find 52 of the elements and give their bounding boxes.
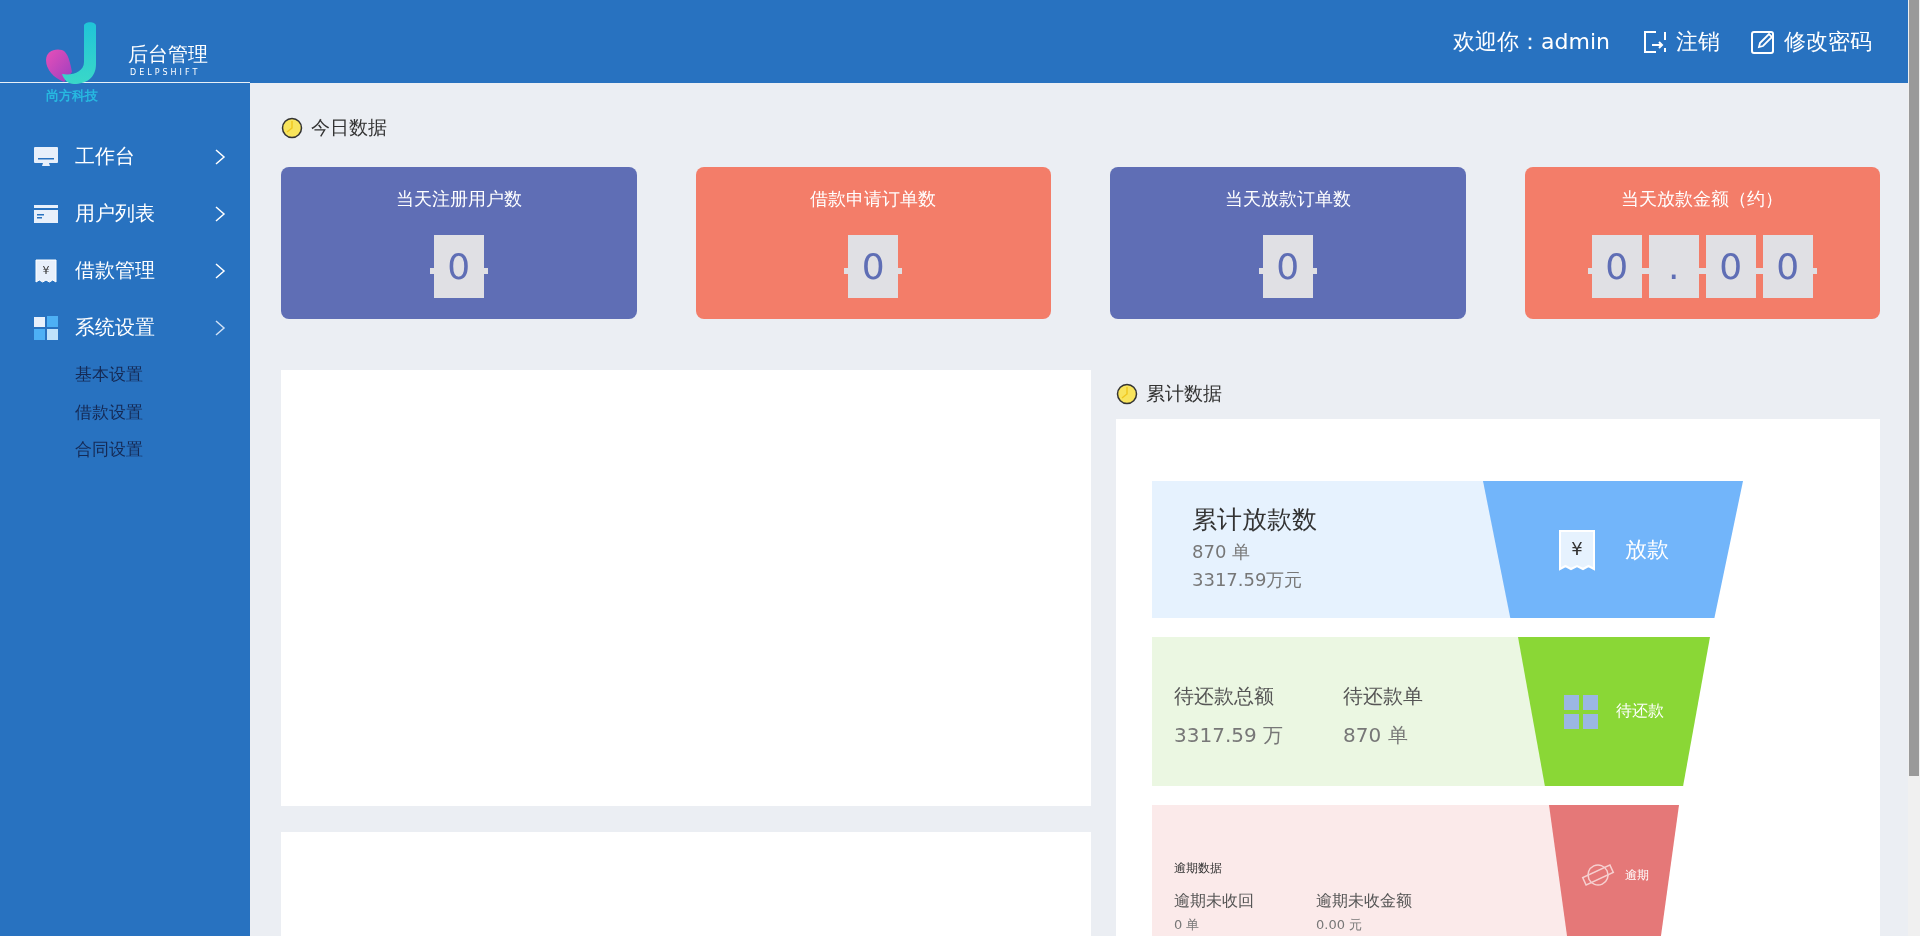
receipt-icon: ¥ (1557, 527, 1597, 572)
stat-title: 当天放款金额（约） (1621, 187, 1784, 211)
clock-icon (1116, 383, 1138, 405)
stat-value: 870 单 (1192, 540, 1252, 564)
windows-icon (33, 314, 59, 341)
chevron-icon (214, 147, 226, 166)
change-password-button[interactable]: 修改密码 (1750, 26, 1872, 57)
logout-icon (1642, 28, 1668, 55)
welcome-text: 欢迎你：admin (1453, 27, 1610, 56)
stat-label: 待还款总额 (1174, 683, 1275, 710)
stat-title: 当天注册用户数 (395, 187, 522, 211)
nav-item[interactable]: ¥ 借款管理 (0, 242, 250, 299)
chevron-icon (214, 261, 226, 280)
segment-label: 放款 (1625, 535, 1669, 564)
clock-icon (281, 117, 303, 139)
logout-button[interactable]: 注销 (1642, 26, 1720, 57)
scrollbar-thumb[interactable] (1909, 0, 1919, 776)
receipt-icon: ¥ (33, 257, 59, 284)
grid-icon (1564, 694, 1598, 729)
stat-value: 0.00 元 (1316, 916, 1364, 934)
stat-title: 累计放款数 (1192, 504, 1318, 536)
stat-title: 当天放款订单数 (1224, 187, 1351, 211)
chevron-icon (214, 204, 226, 223)
stat-value: 0 单 (1174, 916, 1201, 934)
edit-icon (1750, 28, 1776, 55)
digit-tile: . (1648, 235, 1699, 298)
stat-label: 逾期未收回 (1174, 891, 1254, 912)
section-title: 累计数据 (1146, 381, 1222, 406)
stat-value: 870 单 (1343, 722, 1409, 749)
nav-item[interactable]: 用户列表 (0, 185, 250, 242)
submenu-item[interactable]: 借款设置 (0, 393, 250, 431)
digit-tile: 0 (1705, 235, 1756, 298)
stat-value: 3317.59万元 (1192, 568, 1304, 592)
stat-value: 3317.59 万 (1174, 722, 1284, 749)
digit-tile: 0 (1591, 235, 1642, 298)
submenu-item[interactable]: 合同设置 (0, 431, 250, 469)
stat-title: 借款申请订单数 (810, 187, 937, 211)
submenu-item[interactable]: 基本设置 (0, 356, 250, 394)
stat-label: 待还款单 (1343, 683, 1424, 710)
stat-label: 逾期未收金额 (1316, 891, 1412, 912)
nav-item[interactable]: 系统设置 (0, 299, 250, 356)
brand-tagline: 尚方科技 (46, 88, 98, 104)
brand-title: 后台管理 (128, 42, 208, 66)
stamp-icon (1579, 862, 1617, 888)
section-title: 今日数据 (311, 115, 387, 140)
segment-label: 逾期 (1625, 866, 1649, 884)
stat-section-title: 逾期数据 (1174, 860, 1223, 877)
chevron-icon (214, 318, 226, 337)
scrollbar[interactable] (1908, 0, 1920, 936)
brand-subtitle: DELPSHIFT (130, 68, 201, 78)
nav-item[interactable]: 工作台 (0, 128, 250, 185)
segment-label: 待还款 (1616, 701, 1664, 722)
